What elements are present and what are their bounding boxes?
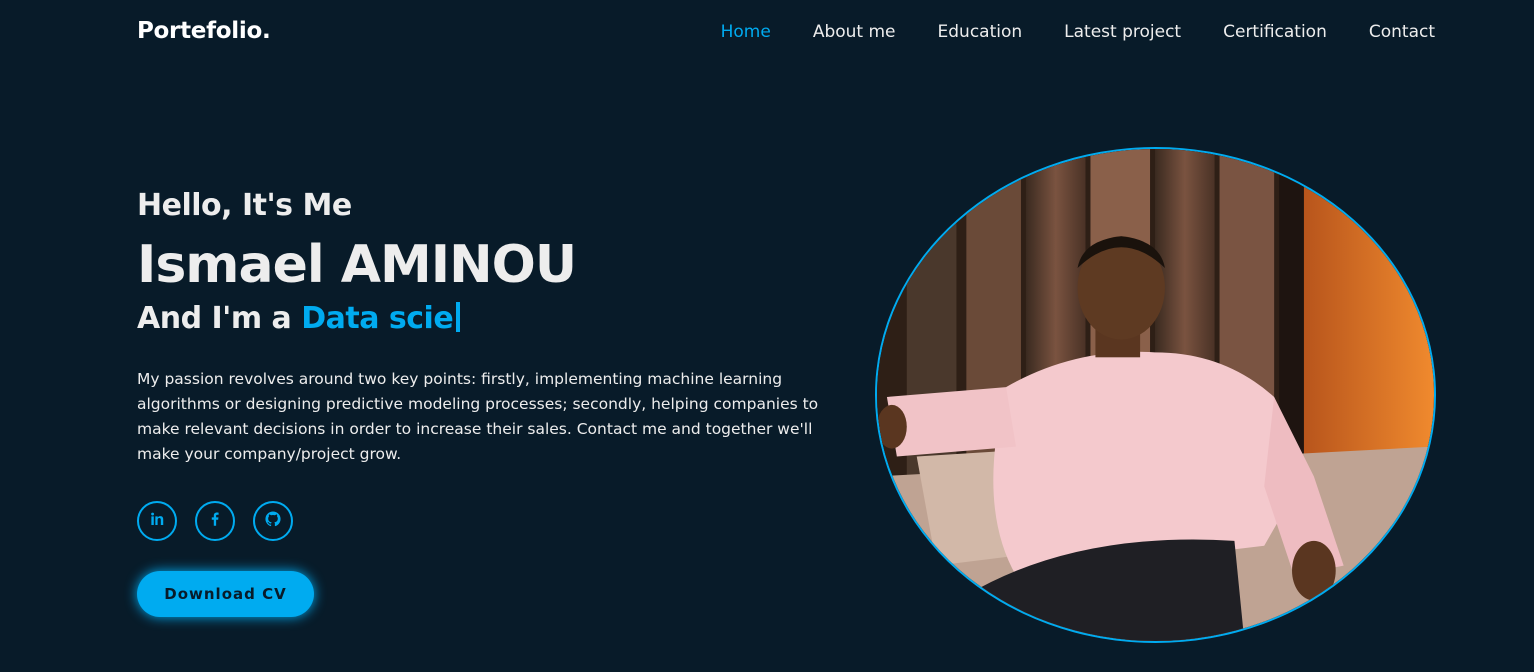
nav-certification[interactable]: Certification xyxy=(1223,22,1327,42)
role-typed-text: Data scie xyxy=(301,301,454,336)
nav-home[interactable]: Home xyxy=(721,22,771,42)
linkedin-link[interactable] xyxy=(137,501,177,541)
home-section: Hello, It's Me Ismael AMINOU And I'm a D… xyxy=(137,186,857,617)
main-nav: Home About me Education Latest project C… xyxy=(679,22,1435,42)
hero-description: My passion revolves around two key point… xyxy=(137,370,819,463)
typing-cursor xyxy=(456,302,461,332)
site-header: Portefolio. Home About me Education Late… xyxy=(0,0,1534,66)
profile-photo xyxy=(875,147,1436,643)
download-cv-button[interactable]: Download CV xyxy=(137,571,314,617)
greeting: Hello, It's Me xyxy=(137,188,352,223)
role-prefix: And I'm a xyxy=(137,301,302,336)
hero-name: Ismael AMINOU xyxy=(137,235,577,295)
linkedin-icon xyxy=(148,510,166,532)
nav-latest-project[interactable]: Latest project xyxy=(1064,22,1181,42)
nav-about-me[interactable]: About me xyxy=(813,22,896,42)
facebook-icon xyxy=(206,510,224,532)
logo[interactable]: Portefolio. xyxy=(137,18,271,44)
nav-contact[interactable]: Contact xyxy=(1369,22,1435,42)
social-links xyxy=(137,501,857,541)
nav-education[interactable]: Education xyxy=(938,22,1023,42)
github-link[interactable] xyxy=(253,501,293,541)
facebook-link[interactable] xyxy=(195,501,235,541)
github-icon xyxy=(264,510,282,532)
role-line: And I'm a Data scie xyxy=(137,299,857,339)
